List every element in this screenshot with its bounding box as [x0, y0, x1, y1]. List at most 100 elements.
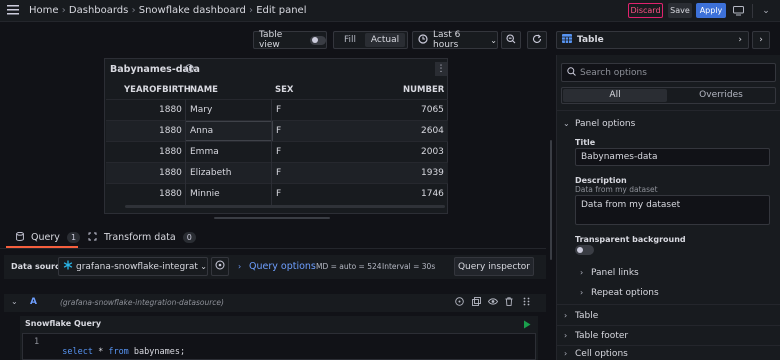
section-panel-links[interactable]: Panel links	[591, 268, 639, 278]
transparent-toggle[interactable]	[575, 245, 594, 255]
options-divider	[556, 304, 780, 305]
tab-transform-data[interactable]: Transform data 0	[88, 232, 196, 244]
tab-query[interactable]: Query 1	[16, 231, 81, 244]
description-textarea[interactable]: Data from my dataset	[575, 195, 770, 225]
section-repeat-options[interactable]: Repeat options	[591, 288, 659, 298]
table-row[interactable]: 1880 Elizabeth F 1939	[106, 162, 448, 183]
horizontal-scrollbar[interactable]	[125, 205, 445, 208]
preview-resize-handle[interactable]	[214, 217, 330, 219]
eye-icon[interactable]	[487, 297, 499, 309]
section-panel-options[interactable]: Panel options	[575, 119, 635, 129]
panel-preview: Babynames-data ⋮ YEAROFBIRTH NAME SEX NU…	[104, 58, 448, 214]
tabs-divider	[0, 248, 546, 249]
table-row[interactable]: 1880 Anna F 2604	[106, 120, 448, 141]
query-datasource-name: (grafana-snowflake-integration-datasourc…	[60, 298, 224, 307]
chevron-down-icon[interactable]: ⌄	[11, 297, 18, 306]
refresh-button[interactable]	[527, 31, 547, 49]
zoom-out-icon	[506, 33, 516, 47]
table-view-toggle[interactable]: Table view	[253, 30, 327, 50]
data-source-picker[interactable]: grafana-snowflake-integration ⌄	[58, 257, 208, 276]
database-icon	[16, 231, 24, 244]
visualization-picker[interactable]: Table ›	[556, 31, 749, 49]
query-ref-id[interactable]: A	[30, 297, 37, 307]
column-header-sex[interactable]: SEX	[275, 85, 293, 95]
title-value: Babynames-data	[581, 152, 658, 162]
cell-number: 1746	[421, 189, 444, 199]
duplicate-icon[interactable]	[472, 297, 481, 309]
monitor-icon[interactable]	[731, 4, 745, 18]
transparent-label: Transparent background	[575, 235, 686, 244]
chevron-right-icon[interactable]: ›	[564, 311, 567, 320]
fill-actual-group: Fill Actual	[333, 31, 408, 49]
section-table[interactable]: Table	[575, 311, 598, 321]
column-header-number[interactable]: NUMBER	[403, 85, 444, 95]
panel-menu-button[interactable]: ⋮	[435, 62, 447, 76]
query-inspector-button[interactable]: Query inspector	[454, 257, 534, 276]
fill-option[interactable]: Fill	[335, 35, 365, 45]
chevron-down-icon: ⌄	[200, 262, 207, 271]
run-query-icon[interactable]	[523, 320, 531, 332]
cell-name: Anna	[190, 126, 214, 136]
query-options-link[interactable]: Query options	[249, 261, 316, 272]
question-icon	[215, 260, 225, 273]
column-divider	[271, 99, 272, 206]
collapse-options-button[interactable]: ›	[752, 31, 770, 49]
chevron-right-icon[interactable]: ›	[564, 331, 567, 340]
query-editor-title: Snowflake Query	[25, 319, 102, 328]
actual-option[interactable]: Actual	[365, 33, 405, 47]
help-icon[interactable]	[455, 297, 464, 309]
tab-all[interactable]: All	[563, 89, 667, 102]
breadcrumb-dashboard[interactable]: Snowflake dashboard	[139, 5, 246, 16]
pane-resize-handle[interactable]	[550, 140, 552, 260]
time-range-picker[interactable]: Last 6 hours ⌄	[412, 30, 498, 50]
section-table-footer[interactable]: Table footer	[575, 331, 628, 341]
data-source-settings-button[interactable]	[211, 257, 229, 276]
description-label: Description	[575, 176, 627, 185]
data-source-label: Data source	[11, 262, 66, 271]
tab-query-label: Query	[31, 232, 60, 243]
column-header-name[interactable]: NAME	[190, 85, 218, 95]
cell-name: Mary	[190, 105, 213, 115]
chevron-right-icon[interactable]: ›	[564, 349, 567, 358]
cell-number: 2604	[421, 126, 444, 136]
sql-text: *	[92, 347, 109, 357]
options-divider	[556, 110, 780, 111]
cell-sex: F	[276, 168, 282, 178]
line-number: 1	[34, 337, 40, 347]
cell-year: 1880	[159, 105, 182, 115]
zoom-out-button[interactable]	[501, 31, 521, 49]
interval-value: Interval = 30s	[382, 262, 436, 271]
section-cell-options[interactable]: Cell options	[575, 349, 628, 359]
cell-name: Emma	[190, 147, 219, 157]
breadcrumb-current: Edit panel	[256, 5, 307, 16]
clock-icon	[418, 33, 428, 47]
breadcrumb-dashboards[interactable]: Dashboards	[69, 5, 128, 16]
cell-year: 1880	[159, 168, 182, 178]
trash-icon[interactable]	[505, 297, 513, 309]
topbar-divider	[752, 4, 753, 18]
chevron-down-icon[interactable]: ⌄	[759, 4, 773, 18]
table-row[interactable]: 1880 Minnie F 1746	[106, 183, 448, 204]
breadcrumb-separator: ›	[131, 5, 139, 16]
save-button[interactable]: Save	[668, 3, 692, 18]
chevron-right-icon: ›	[759, 35, 763, 45]
column-header-yearofbirth[interactable]: YEAROFBIRTH	[124, 85, 191, 95]
sql-table: babynames;	[128, 347, 186, 357]
chevron-right-icon[interactable]: ›	[580, 288, 583, 297]
apply-button[interactable]: Apply	[696, 3, 726, 18]
chevron-right-icon[interactable]: ›	[580, 268, 583, 277]
search-options-input[interactable]: Search options	[561, 63, 776, 82]
menu-icon[interactable]	[6, 3, 20, 17]
table-row[interactable]: 1880 Mary F 7065	[106, 99, 448, 120]
breadcrumb: Home › Dashboards › Snowflake dashboard …	[29, 5, 307, 16]
cell-sex: F	[276, 147, 282, 157]
info-icon[interactable]	[185, 64, 194, 76]
chevron-down-icon[interactable]: ⌄	[563, 119, 570, 128]
table-row[interactable]: 1880 Emma F 2003	[106, 141, 448, 162]
title-input[interactable]: Babynames-data	[575, 148, 770, 166]
column-divider	[185, 99, 186, 206]
drag-handle-icon[interactable]	[523, 297, 530, 309]
breadcrumb-home[interactable]: Home	[29, 5, 59, 16]
discard-button[interactable]: Discard	[628, 3, 663, 18]
tab-overrides[interactable]: Overrides	[668, 89, 774, 102]
